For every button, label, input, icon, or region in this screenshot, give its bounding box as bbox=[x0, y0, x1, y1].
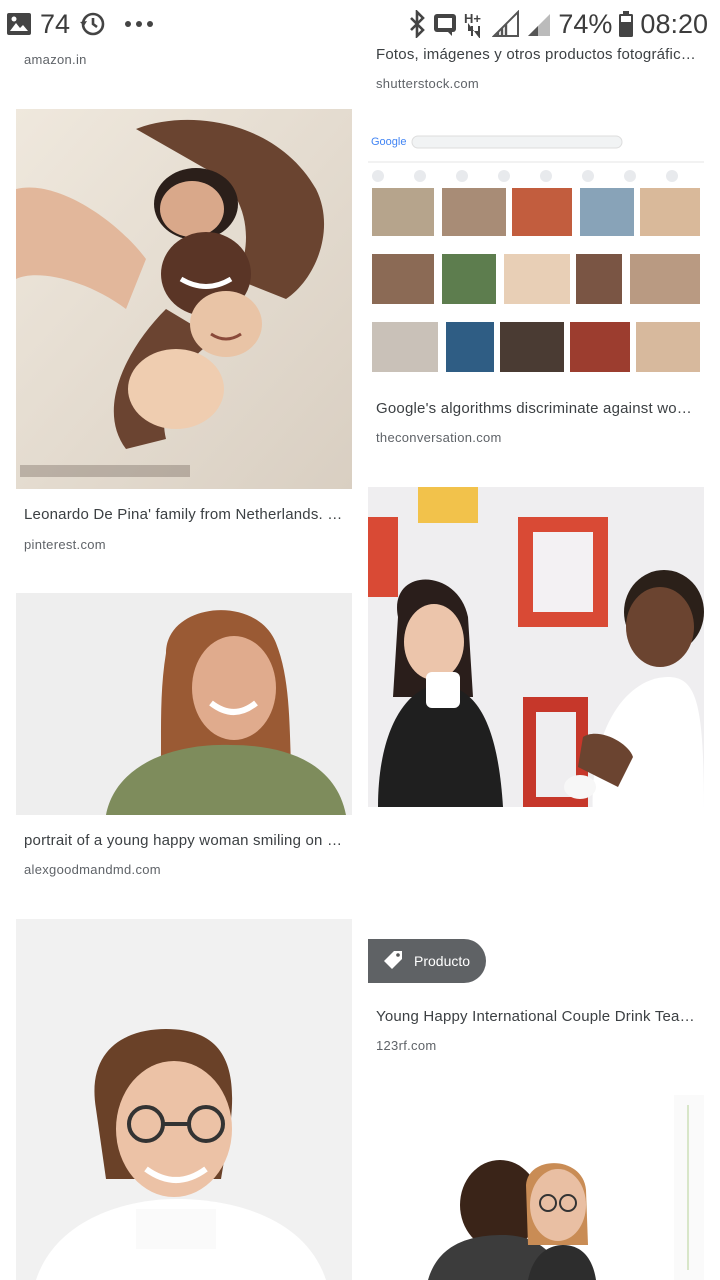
result-image-woman-glasses[interactable] bbox=[16, 919, 352, 1280]
result-caption[interactable]: portrait of a young happy woman smiling … bbox=[24, 832, 344, 849]
signal-icon bbox=[526, 10, 552, 38]
cast-icon bbox=[432, 11, 458, 37]
result-source[interactable]: 123rf.com bbox=[376, 1038, 437, 1053]
battery-percent: 74% bbox=[558, 8, 613, 39]
result-card[interactable] bbox=[368, 1095, 704, 1280]
result-caption[interactable]: Leonardo De Pina' family from Netherland… bbox=[24, 506, 344, 523]
gallery-icon bbox=[6, 12, 32, 36]
product-badge[interactable]: Producto bbox=[368, 939, 487, 983]
result-caption[interactable]: Google's algorithms discriminate against… bbox=[376, 400, 696, 417]
clock: 08:20 bbox=[640, 8, 708, 39]
result-card[interactable]: Leonardo De Pina' family from Netherland… bbox=[16, 109, 352, 579]
result-caption[interactable]: Young Happy International Couple Drink T… bbox=[376, 1008, 696, 1025]
result-source[interactable]: amazon.in bbox=[24, 52, 87, 67]
result-source[interactable]: alexgoodmandmd.com bbox=[24, 862, 161, 877]
result-source[interactable]: pinterest.com bbox=[24, 537, 106, 552]
result-source[interactable]: shutterstock.com bbox=[376, 76, 479, 91]
signal-icon bbox=[492, 10, 520, 38]
product-badge-label: Producto bbox=[414, 953, 471, 969]
battery-icon bbox=[618, 10, 634, 38]
status-bar-right: H+ 74% 08:20 bbox=[408, 8, 708, 40]
result-card[interactable]: Producto Young Happy International Coupl… bbox=[368, 487, 704, 1062]
history-icon bbox=[78, 10, 106, 38]
result-image-family[interactable] bbox=[16, 109, 352, 489]
result-image-google-screenshot[interactable]: Google bbox=[368, 132, 704, 384]
svg-text:H+: H+ bbox=[464, 11, 481, 26]
result-image-couple-portrait[interactable] bbox=[368, 1095, 704, 1280]
result-image-woman-smiling[interactable] bbox=[16, 593, 352, 815]
result-caption[interactable]: Fotos, imágenes y otros productos fotogr… bbox=[376, 46, 696, 63]
notification-count: 74 bbox=[40, 8, 71, 39]
result-source[interactable]: theconversation.com bbox=[376, 430, 502, 445]
more-dots-icon bbox=[124, 20, 154, 28]
result-image-couple-tea[interactable]: Producto bbox=[368, 487, 704, 990]
result-card[interactable] bbox=[16, 919, 352, 1280]
status-bar: 74 H+ 74% 08:20 bbox=[0, 0, 720, 48]
result-card[interactable]: portrait of a young happy woman smiling … bbox=[16, 593, 352, 903]
tag-icon bbox=[382, 949, 404, 974]
status-bar-left: 74 bbox=[6, 8, 154, 40]
result-card[interactable]: Google Google's algorithms discriminate … bbox=[368, 132, 704, 472]
google-logo: Google bbox=[371, 136, 406, 148]
bluetooth-icon bbox=[408, 10, 426, 38]
hplus-data-icon: H+ bbox=[464, 10, 486, 38]
